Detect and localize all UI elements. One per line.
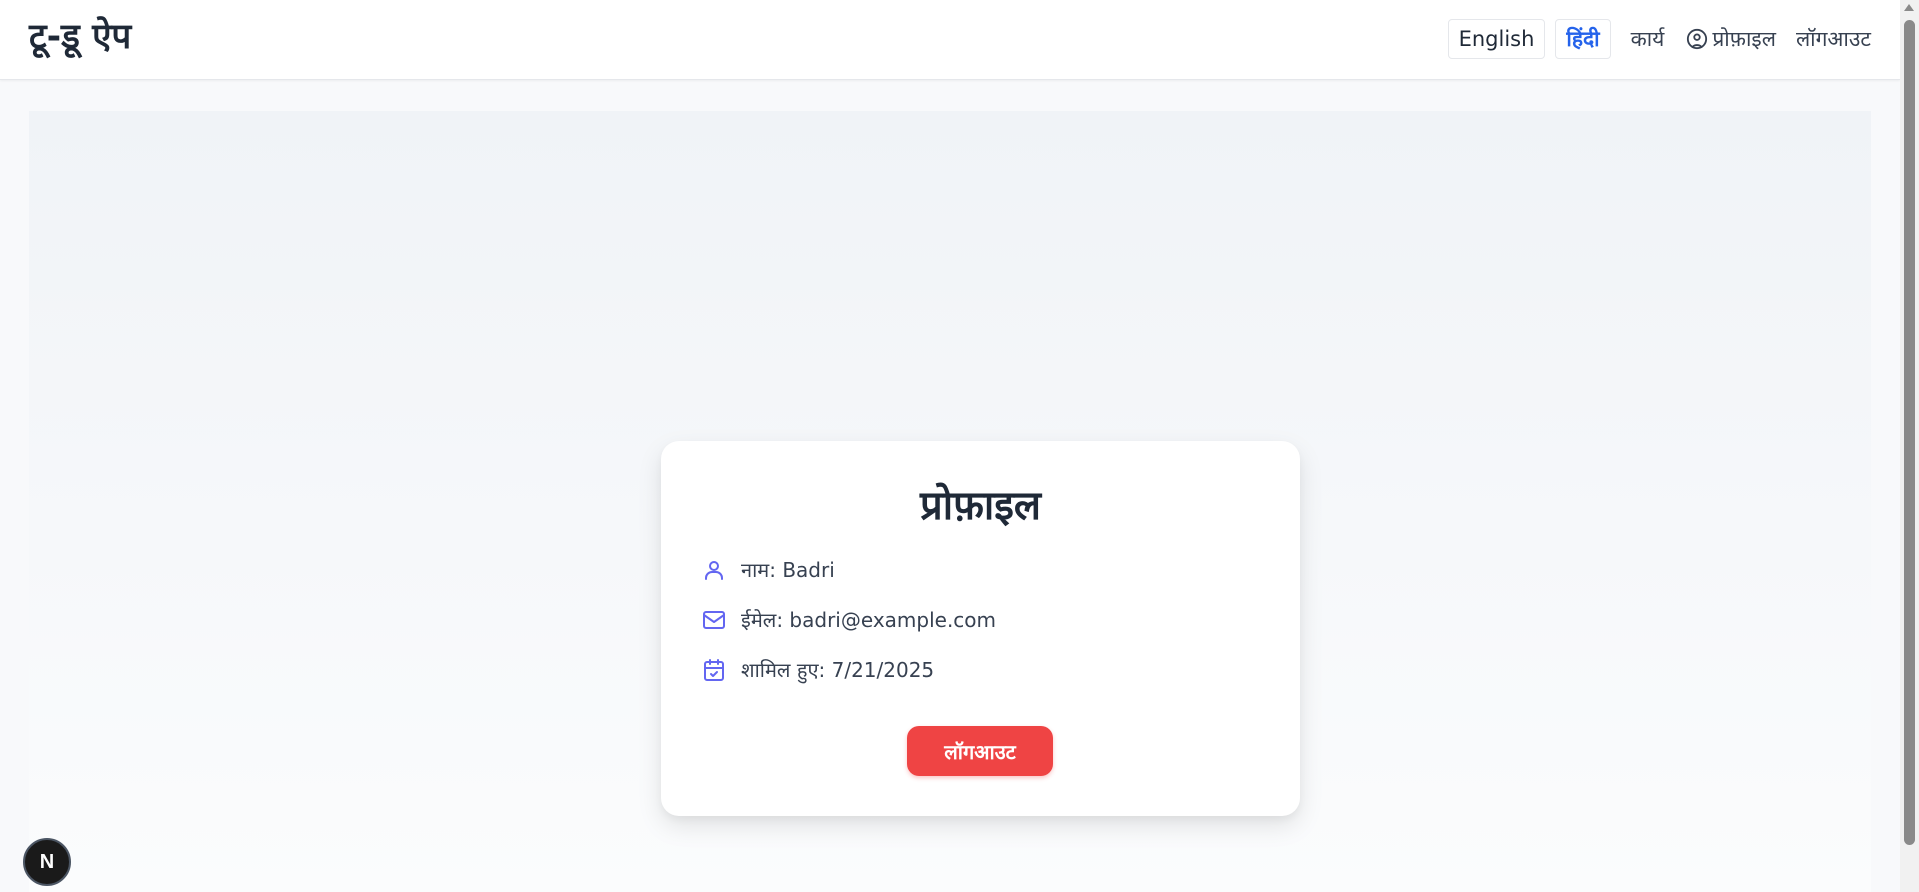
profile-card: प्रोफ़ाइल नाम: Badri ईमेल: badri@example… [661, 441, 1300, 816]
profile-email-row: ईमेल: badri@example.com [701, 606, 996, 633]
vertical-scrollbar[interactable] [1900, 0, 1919, 892]
profile-name-text: नाम: Badri [741, 558, 835, 582]
app-title[interactable]: टू-डू ऐप [29, 16, 131, 58]
page: टू-डू ऐप English हिंदी कार्य प्रोफ़ाइल ल… [0, 0, 1919, 892]
profile-name-row: नाम: Badri [701, 556, 835, 583]
nav-profile-link[interactable]: प्रोफ़ाइल [1686, 25, 1776, 53]
profile-joined-text: शामिल हुए: 7/21/2025 [741, 658, 935, 682]
language-english-button[interactable]: English [1447, 19, 1546, 59]
user-circle-icon [1687, 28, 1708, 50]
language-hindi-button[interactable]: हिंदी [1555, 19, 1611, 59]
main-content: प्रोफ़ाइल नाम: Badri ईमेल: badri@example… [29, 111, 1871, 892]
scrollbar-thumb[interactable] [1904, 20, 1915, 845]
calendar-check-icon [701, 657, 727, 683]
top-navbar: टू-डू ऐप English हिंदी कार्य प्रोफ़ाइल ल… [0, 0, 1900, 80]
nav-tasks-link[interactable]: कार्य [1631, 25, 1665, 53]
profile-joined-row: शामिल हुए: 7/21/2025 [701, 656, 934, 683]
profile-title: प्रोफ़ाइल [919, 483, 1042, 529]
scroll-up-arrow-icon[interactable] [1904, 4, 1914, 11]
logout-button[interactable]: लॉगआउट [907, 726, 1053, 776]
user-icon [701, 557, 727, 583]
mail-icon [701, 607, 727, 633]
nextjs-dev-badge[interactable]: N [23, 838, 71, 886]
nav-bar: English हिंदी कार्य प्रोफ़ाइल लॉगआउट [1447, 19, 1871, 59]
profile-email-text: ईमेल: badri@example.com [741, 608, 997, 632]
nextjs-logo-icon: N [39, 850, 55, 873]
nav-profile-label: प्रोफ़ाइल [1712, 27, 1776, 51]
nav-logout-link[interactable]: लॉगआउट [1796, 25, 1871, 53]
